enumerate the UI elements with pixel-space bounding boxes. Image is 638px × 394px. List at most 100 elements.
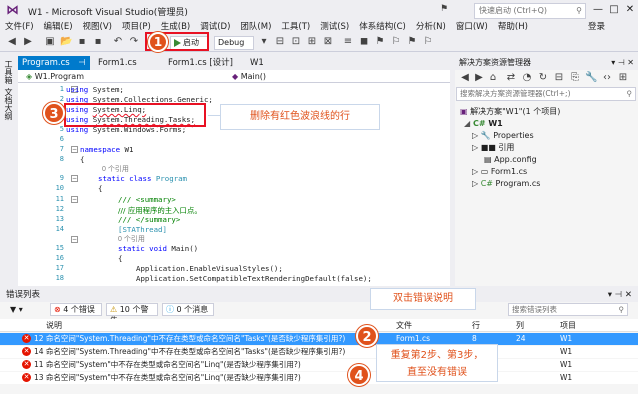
login-link[interactable]: 登录 — [583, 20, 610, 34]
code-line-15: static void Main() — [118, 244, 199, 253]
error-icon: ✕ — [22, 347, 31, 356]
forward-icon[interactable]: ▶ — [22, 36, 34, 48]
wrench-icon: 🔧 — [480, 131, 491, 140]
se-refresh-icon[interactable]: ↻ — [537, 72, 549, 84]
errors-filter-button[interactable]: ⊗ 4 个错误 — [50, 303, 102, 316]
line-number: 1 — [59, 85, 64, 93]
back-icon[interactable]: ◀ — [6, 36, 18, 48]
member-selector[interactable]: ◆ Main() — [232, 71, 442, 82]
notification-flag-icon[interactable]: ⚑ — [440, 4, 448, 14]
references-icon: ■■ — [480, 143, 496, 152]
pane-options-icon[interactable]: ▾ ⊣ ✕ — [611, 56, 634, 70]
toolbar-icon-e[interactable]: ≡ — [342, 36, 354, 48]
csharp-file-icon: C# — [480, 179, 493, 188]
error-icon: ✕ — [22, 360, 31, 369]
pane-options-icon[interactable]: ▾ ⊣ ✕ — [608, 288, 632, 302]
toolbox-tab[interactable]: 工具箱 — [3, 60, 14, 84]
se-sync-icon[interactable]: ⇄ — [505, 72, 517, 84]
warnings-filter-button[interactable]: ⚠ 10 个警告 — [106, 303, 158, 325]
new-project-icon[interactable]: ▣ — [44, 36, 56, 48]
document-outline-tab[interactable]: 文档大纲 — [3, 88, 14, 120]
tree-form1[interactable]: ▷ ▭ Form1.cs — [472, 166, 527, 178]
redo-icon[interactable]: ↷ — [128, 36, 140, 48]
error-icon: ✕ — [22, 373, 31, 382]
menu-help[interactable]: 帮助(H) — [493, 20, 533, 34]
menu-analyze[interactable]: 分析(N) — [411, 20, 451, 34]
col-project[interactable]: 项目 — [560, 319, 576, 332]
line-number: 6 — [59, 135, 64, 143]
col-description[interactable]: 说明 — [46, 319, 62, 332]
solution-config-select[interactable]: Debug — [214, 36, 254, 50]
menu-bar: 文件(F) 编辑(E) 视图(V) 项目(P) 生成(B) 调试(D) 团队(M) 工具(T)… — [0, 20, 638, 34]
menu-view[interactable]: 视图(V) — [78, 20, 117, 34]
menu-test[interactable]: 测试(S) — [315, 20, 354, 34]
toolbar-icon-i[interactable]: ⚐ — [422, 36, 434, 48]
reference-count[interactable]: 0 个引用 — [118, 234, 145, 244]
se-home-icon[interactable]: ⌂ — [487, 72, 499, 84]
tab-form1-design[interactable]: Form1.cs [设计] — [164, 56, 240, 70]
side-tool-strip: 工具箱 文档大纲 — [0, 56, 18, 286]
double-click-callout: 双击错误说明 — [370, 288, 476, 310]
menu-team[interactable]: 团队(M) — [235, 20, 276, 34]
se-designer-icon[interactable]: ⊞ — [617, 72, 629, 84]
tab-w1[interactable]: W1 — [246, 56, 276, 70]
se-properties-icon[interactable]: 🔧 — [585, 72, 597, 84]
maximize-button[interactable]: □ — [606, 2, 622, 18]
code-line-7: namespace W1 — [80, 145, 134, 154]
se-show-all-icon[interactable]: ⎘ — [569, 72, 581, 84]
tree-references[interactable]: ▷ ■■ 引用 — [472, 142, 514, 154]
filter-scope-icon[interactable]: ▼ ▾ — [10, 305, 23, 314]
error-project: W1 — [560, 373, 573, 382]
se-collapse-icon[interactable]: ⊟ — [553, 72, 565, 84]
menu-architecture[interactable]: 体系结构(C) — [354, 20, 411, 34]
reference-count[interactable]: 0 个引用 — [102, 164, 129, 174]
toolbar-icon-c[interactable]: ⊞ — [306, 36, 318, 48]
toolbar-icon-a[interactable]: ⊟ — [274, 36, 286, 48]
toolbar-icon-g[interactable]: ⚐ — [390, 36, 402, 48]
tree-app-config[interactable]: ▤ App.config — [484, 154, 537, 166]
config-dropdown-icon[interactable]: ▾ — [258, 36, 270, 48]
line-number: 11 — [55, 195, 64, 203]
minimize-button[interactable]: — — [590, 2, 606, 18]
code-line-14: [STAThread] — [118, 225, 167, 234]
toolbar-icon-h[interactable]: ⚑ — [406, 36, 418, 48]
error-lines-highlight — [64, 103, 206, 127]
close-button[interactable]: ✕ — [622, 2, 638, 18]
tree-properties[interactable]: ▷ 🔧 Properties — [472, 130, 534, 142]
se-forward-icon[interactable]: ▶ — [473, 72, 485, 84]
toolbar-icon-d[interactable]: ⊠ — [322, 36, 334, 48]
menu-tools[interactable]: 工具(T) — [276, 20, 315, 34]
open-file-icon[interactable]: 📂 — [60, 36, 72, 48]
toolbar-icon-b[interactable]: ⊡ — [290, 36, 302, 48]
tab-form1-cs[interactable]: Form1.cs — [94, 56, 142, 70]
menu-window[interactable]: 窗口(W) — [451, 20, 493, 34]
messages-filter-button[interactable]: ⓘ 0 个消息 — [162, 303, 214, 316]
table-row[interactable]: ✕ 14 命名空间"System.Threading"中不存在类型或命名空间名"… — [0, 346, 638, 358]
se-back-icon[interactable]: ◀ — [459, 72, 471, 84]
tree-solution[interactable]: ▣ 解决方案"W1"(1 个项目) — [460, 106, 560, 118]
bookmark-icon[interactable]: ◼ — [358, 36, 370, 48]
undo-icon[interactable]: ↶ — [112, 36, 124, 48]
table-row[interactable]: ✕ 11 命名空间"System"中不存在类型或命名空间名"Linq"(是否缺少… — [0, 359, 638, 371]
se-history-icon[interactable]: ◔ — [521, 72, 533, 84]
class-selector[interactable]: ◈ W1.Program — [26, 71, 176, 82]
tree-project-w1[interactable]: ◢ C# W1 — [464, 118, 503, 130]
col-column[interactable]: 列 — [516, 319, 524, 332]
col-file[interactable]: 文件 — [396, 319, 412, 332]
toolbar-icon-f[interactable]: ⚑ — [374, 36, 386, 48]
table-row[interactable]: ✕ 12 命名空间"System.Threading"中不存在类型或命名空间名"… — [0, 333, 638, 345]
quick-launch-input[interactable]: 快速启动 (Ctrl+Q) ⚲ — [474, 3, 586, 19]
error-search-input[interactable]: 搜索错误列表 ⚲ — [508, 303, 628, 316]
menu-edit[interactable]: 编辑(E) — [39, 20, 78, 34]
save-all-icon[interactable]: ▪ — [92, 36, 104, 48]
tree-program[interactable]: ▷ C# Program.cs — [472, 178, 540, 190]
save-icon[interactable]: ▪ — [76, 36, 88, 48]
solution-search-input[interactable]: 搜索解决方案资源管理器(Ctrl+;) ⚲ — [456, 87, 636, 101]
col-line[interactable]: 行 — [472, 319, 480, 332]
solution-icon: ▣ — [460, 107, 468, 116]
menu-file[interactable]: 文件(F) — [0, 20, 39, 34]
line-number: 16 — [55, 254, 64, 262]
table-row[interactable]: ✕ 13 命名空间"System"中不存在类型或命名空间名"Linq"(是否缺少… — [0, 372, 638, 384]
tab-program-cs[interactable]: Program.cs ⊣ ✕ — [18, 56, 90, 82]
se-code-icon[interactable]: ‹› — [601, 72, 613, 84]
